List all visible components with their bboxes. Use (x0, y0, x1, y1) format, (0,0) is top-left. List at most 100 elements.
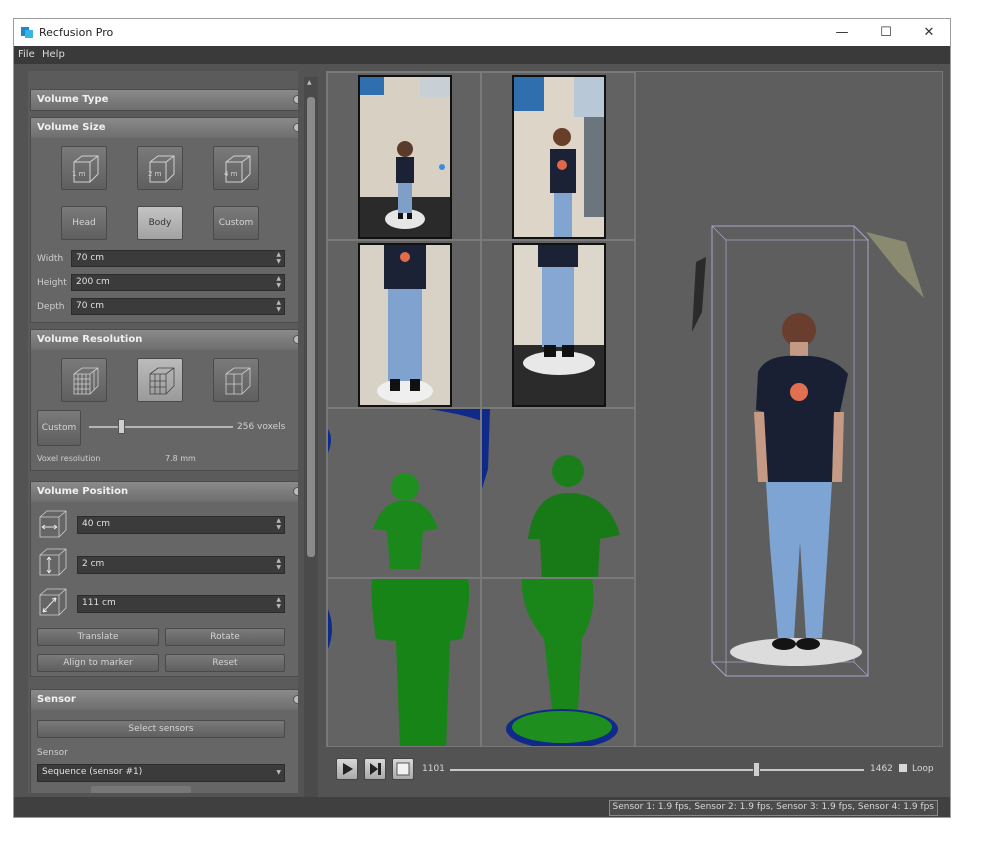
reconstruction-3d-view[interactable] (635, 71, 943, 747)
volume-type-section: Volume Type (30, 89, 298, 111)
collapse-icon[interactable] (293, 695, 298, 704)
spin-arrows-icon[interactable]: ▲ ▼ (276, 275, 281, 289)
select-sensors-button[interactable]: Select sensors (37, 720, 285, 738)
spin-arrows-icon[interactable]: ▲ ▼ (276, 517, 281, 531)
person-photo-image (514, 245, 604, 405)
resolution-slider-thumb[interactable] (117, 419, 125, 434)
sensor-header[interactable]: Sensor (31, 690, 298, 710)
width-label: Width (37, 254, 64, 264)
color-image (512, 75, 606, 239)
head-preset-button[interactable]: Head (61, 206, 107, 240)
height-label: Height (37, 278, 67, 288)
width-value: 70 cm (76, 253, 105, 263)
play-button[interactable] (336, 758, 358, 780)
depth-view-sensor-2[interactable] (481, 408, 634, 578)
resolution-medium-button[interactable] (137, 358, 183, 402)
volume-size-header[interactable]: Volume Size (31, 118, 298, 138)
cube-icon (149, 155, 175, 183)
custom-preset-button[interactable]: Custom (213, 206, 259, 240)
cube-size-label: 1 m (72, 170, 86, 178)
scroll-up-icon[interactable]: ▲ (307, 79, 312, 86)
menu-file[interactable]: File (18, 49, 35, 60)
translate-button[interactable]: Translate (37, 628, 159, 646)
app-logo-icon (21, 27, 33, 38)
volume-position-header[interactable]: Volume Position (31, 482, 298, 502)
position-y-field[interactable]: 2 cm ▲ ▼ (77, 556, 285, 574)
step-forward-icon (370, 763, 381, 775)
step-forward-button[interactable] (364, 758, 386, 780)
volume-resolution-section: Volume Resolution Custom 256 voxels Voxe… (30, 329, 298, 471)
end-frame-label: 1462 (870, 764, 893, 774)
collapse-icon[interactable] (293, 95, 298, 104)
person-photo-image (514, 77, 604, 237)
timeline-thumb[interactable] (753, 762, 761, 777)
depth-view-sensor-3[interactable] (327, 578, 481, 746)
resolution-high-button[interactable] (61, 358, 107, 402)
depth-view-sensor-1[interactable] (327, 408, 481, 578)
voxel-grid-fine-icon (73, 367, 99, 395)
spin-arrows-icon[interactable]: ▲ ▼ (276, 299, 281, 313)
reset-button[interactable]: Reset (165, 654, 285, 672)
window-title: Recfusion Pro (39, 26, 114, 39)
depth-field[interactable]: 70 cm ▲ ▼ (71, 298, 285, 315)
person-photo-image (360, 245, 450, 405)
spin-arrows-icon[interactable]: ▲ ▼ (276, 251, 281, 265)
color-image (358, 243, 452, 407)
horizontal-scrollbar[interactable] (91, 786, 191, 793)
cube-2m-button[interactable]: 2 m (137, 146, 183, 190)
collapse-icon[interactable] (293, 335, 298, 344)
sensor-title: Sensor (37, 694, 76, 705)
panel-vertical-scrollbar[interactable]: ▲ ▼ (304, 77, 318, 807)
collapse-icon[interactable] (293, 487, 298, 496)
maximize-button[interactable]: ☐ (864, 19, 908, 46)
volume-size-title: Volume Size (37, 122, 106, 133)
close-button[interactable]: ✕ (907, 19, 951, 46)
spin-arrows-icon[interactable]: ▲ ▼ (276, 596, 281, 610)
color-view-sensor-4[interactable] (481, 240, 634, 408)
custom-resolution-button[interactable]: Custom (37, 410, 81, 446)
position-z-field[interactable]: 111 cm ▲ ▼ (77, 595, 285, 613)
voxel-grid-coarse-icon (225, 367, 251, 395)
scrollbar-thumb[interactable] (307, 97, 315, 557)
minimize-button[interactable]: — (820, 19, 864, 46)
volume-resolution-title: Volume Resolution (37, 334, 143, 345)
stop-button[interactable] (392, 758, 414, 780)
volume-type-title: Volume Type (37, 94, 109, 105)
cube-icon (225, 155, 251, 183)
voxel-resolution-label: Voxel resolution (37, 454, 101, 463)
height-field[interactable]: 200 cm ▲ ▼ (71, 274, 285, 291)
chevron-down-icon[interactable]: ▼ (276, 769, 281, 776)
color-view-sensor-1[interactable] (327, 72, 481, 240)
color-view-sensor-3[interactable] (327, 240, 481, 408)
spin-arrows-icon[interactable]: ▲ ▼ (276, 557, 281, 571)
cube-4m-button[interactable]: 4 m (213, 146, 259, 190)
resolution-value: 256 voxels (237, 422, 286, 432)
menu-bar: File Help (14, 46, 950, 64)
depth-map-image (328, 409, 480, 577)
position-x-field[interactable]: 40 cm ▲ ▼ (77, 516, 285, 534)
x-axis-cube-icon (39, 510, 67, 538)
color-view-sensor-2[interactable] (481, 72, 634, 240)
reconstruction-preview-image (636, 72, 942, 746)
timeline-track[interactable] (450, 769, 864, 771)
rotate-button[interactable]: Rotate (165, 628, 285, 646)
collapse-icon[interactable] (293, 123, 298, 132)
sensor-dropdown[interactable]: Sequence (sensor #1) ▼ (37, 764, 285, 782)
menu-help[interactable]: Help (42, 49, 65, 60)
position-y-value: 2 cm (82, 559, 105, 569)
loop-checkbox[interactable] (898, 763, 908, 773)
resolution-slider-track[interactable] (89, 426, 233, 428)
body-preset-button[interactable]: Body (137, 206, 183, 240)
width-field[interactable]: 70 cm ▲ ▼ (71, 250, 285, 267)
depth-map-image (482, 579, 634, 746)
depth-view-sensor-4[interactable] (481, 578, 634, 746)
align-to-marker-button[interactable]: Align to marker (37, 654, 159, 672)
volume-type-header[interactable]: Volume Type (31, 90, 298, 110)
volume-position-title: Volume Position (37, 486, 129, 497)
volume-resolution-header[interactable]: Volume Resolution (31, 330, 298, 350)
resolution-low-button[interactable] (213, 358, 259, 402)
y-axis-cube-icon (39, 548, 67, 576)
depth-map-image (482, 409, 634, 577)
sensor-dropdown-value: Sequence (sensor #1) (42, 767, 143, 777)
cube-1m-button[interactable]: 1 m (61, 146, 107, 190)
